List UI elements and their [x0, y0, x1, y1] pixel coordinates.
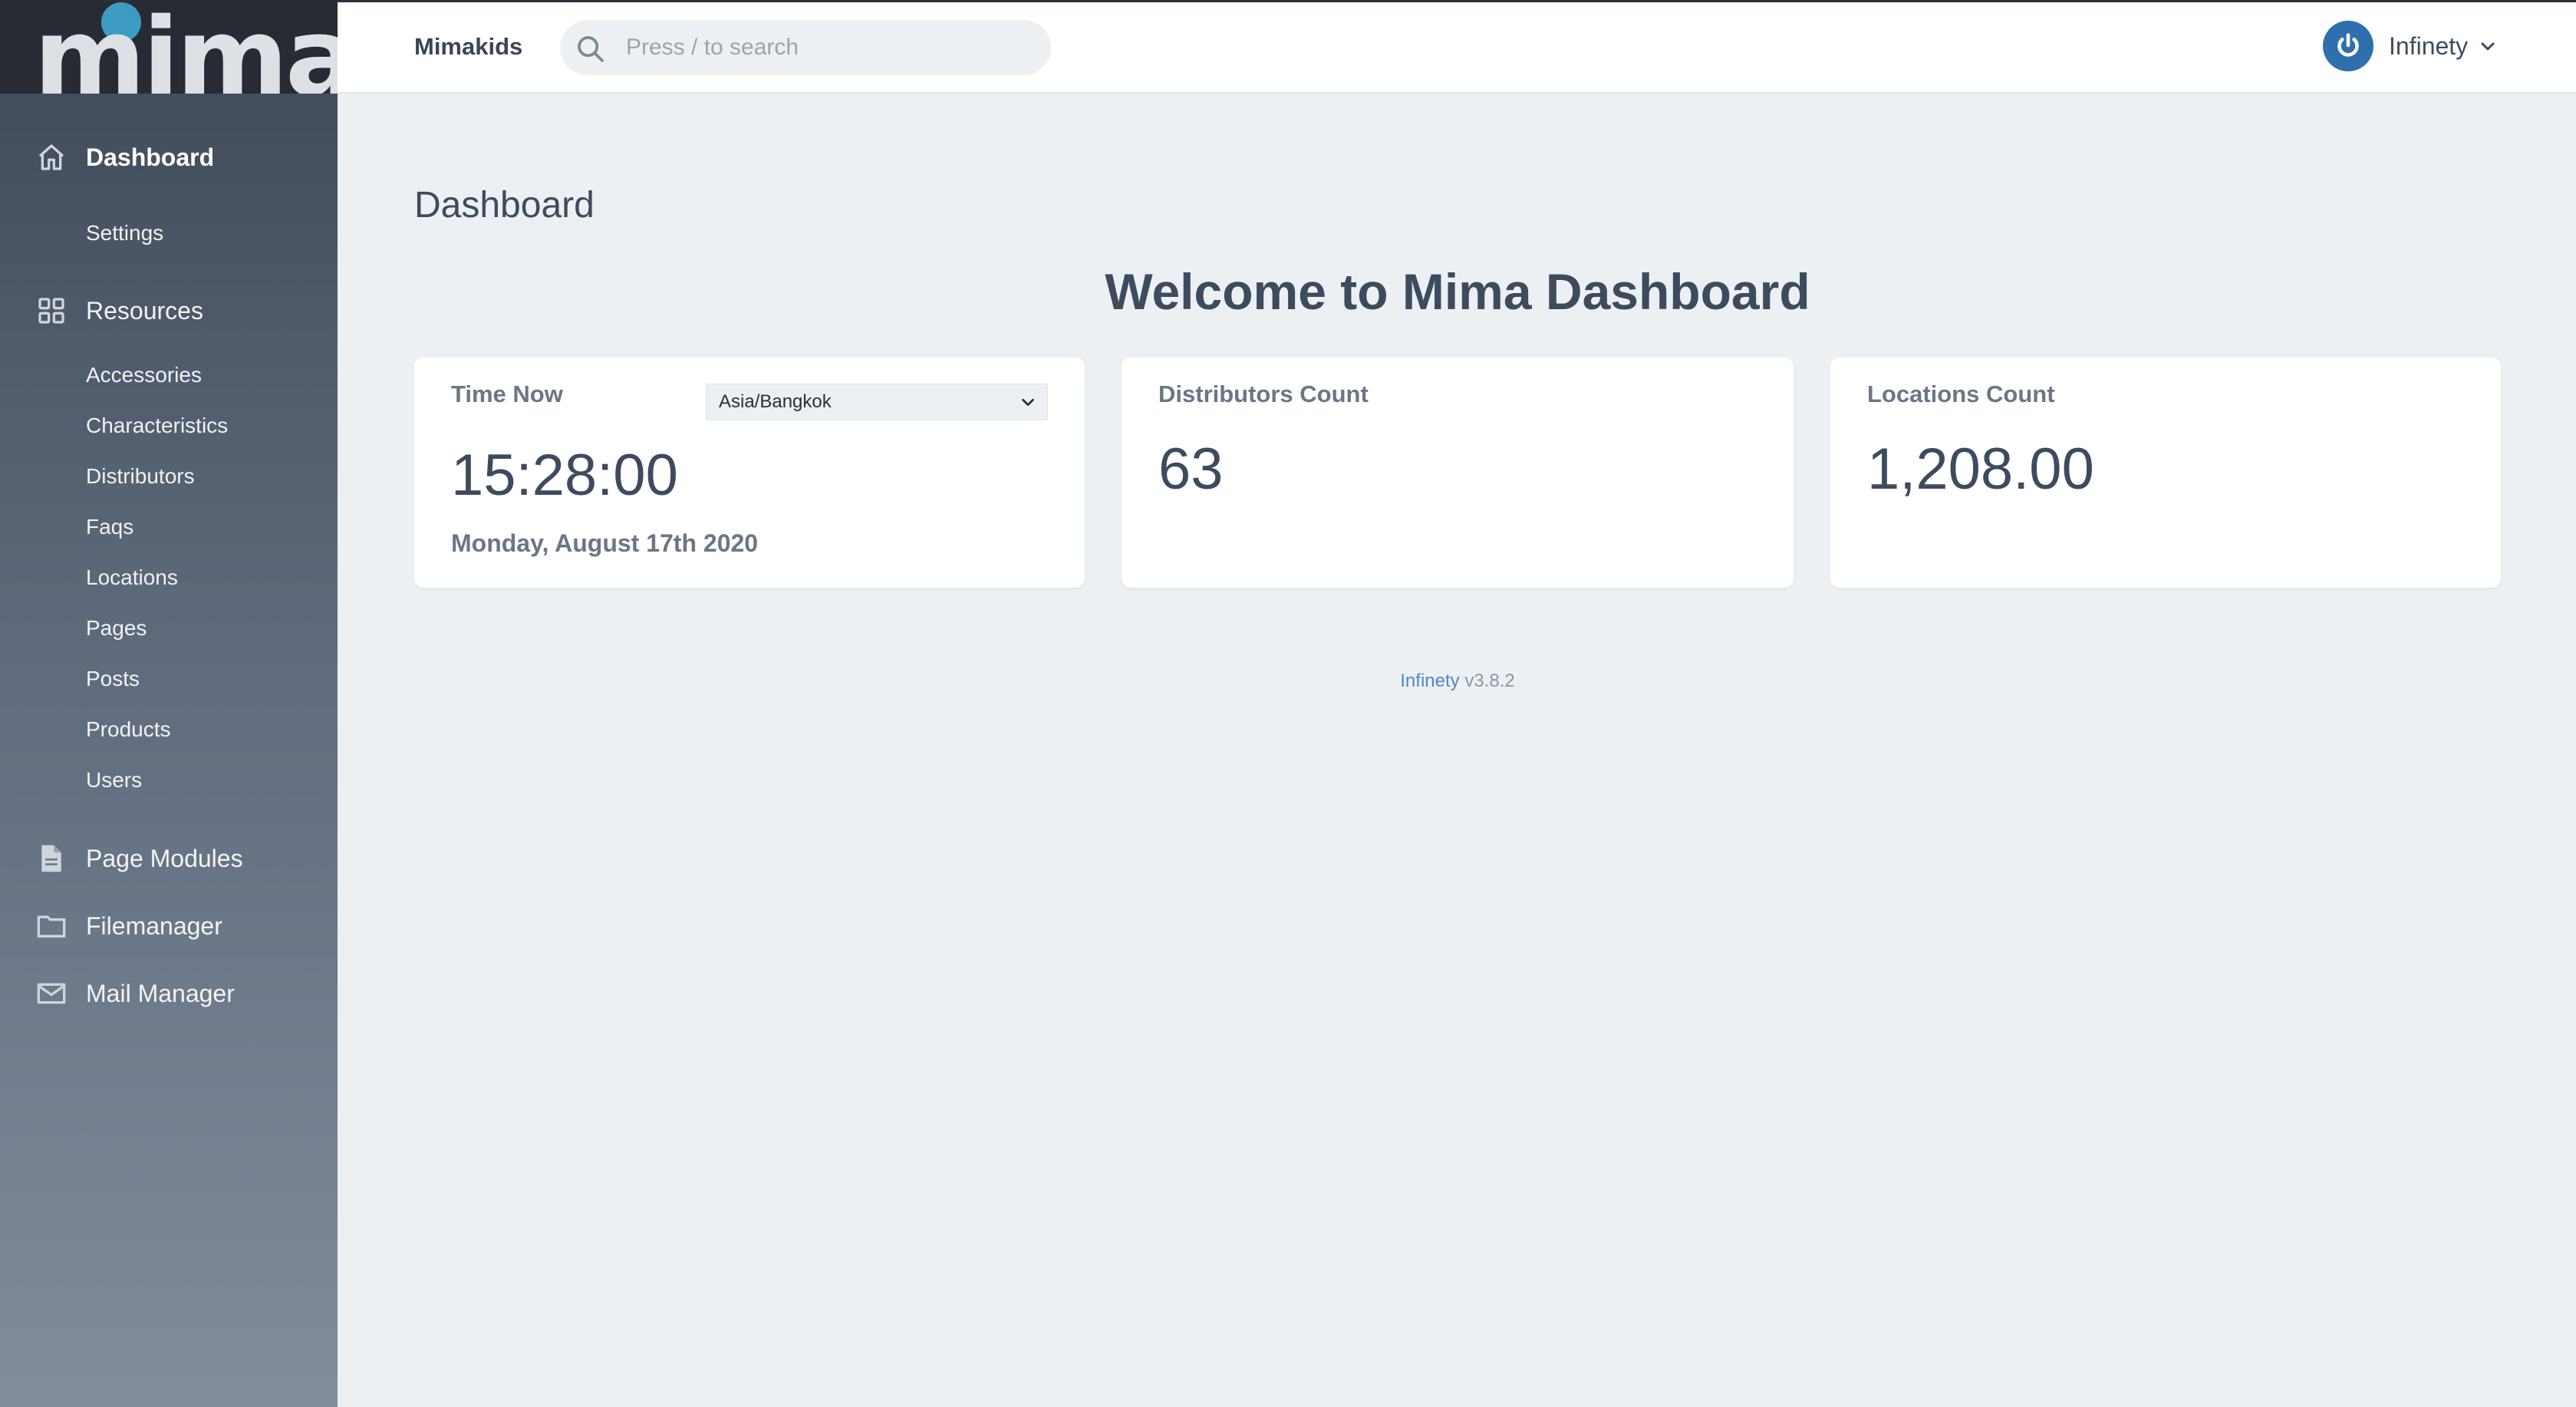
user-menu[interactable]: Infinety: [2323, 20, 2522, 72]
timezone-select[interactable]: Asia/Bangkok: [706, 384, 1048, 420]
search-input[interactable]: [626, 20, 1033, 75]
sidebar-item-settings[interactable]: Settings: [86, 218, 316, 249]
sidebar-item-resources[interactable]: Resources: [0, 288, 338, 334]
locations-count-card: Locations Count 1,208.00: [1830, 358, 2501, 588]
welcome-heading: Welcome to Mima Dashboard: [1105, 263, 1810, 320]
sidebar-item-distributors[interactable]: Distributors: [86, 461, 316, 492]
sidebar-item-mail-manager[interactable]: Mail Manager: [0, 970, 338, 1017]
power-icon: [2331, 29, 2365, 63]
logo[interactable]: mima: [0, 0, 338, 94]
sidebar-item-dashboard[interactable]: Dashboard: [0, 134, 338, 180]
page-title: Dashboard: [414, 185, 595, 226]
card-label: Time Now: [451, 381, 563, 407]
sidebar-item-users[interactable]: Users: [86, 765, 316, 796]
sidebar-item-label: Resources: [86, 296, 203, 325]
timezone-value: Asia/Bangkok: [719, 391, 832, 412]
card-label: Locations Count: [1867, 381, 2055, 407]
sidebar: mima Dashboard Settings Resources Access…: [0, 0, 338, 1407]
sidebar-item-posts[interactable]: Posts: [86, 664, 316, 694]
sidebar-item-label: Page Modules: [86, 844, 243, 872]
user-name: Infinety: [2389, 31, 2469, 60]
top-header: Mimakids Infinety: [338, 0, 2576, 94]
search-icon: [575, 34, 606, 64]
sidebar-item-pages[interactable]: Pages: [86, 613, 316, 644]
folder-icon: [35, 910, 68, 942]
avatar[interactable]: [2323, 21, 2373, 71]
sidebar-item-products[interactable]: Products: [86, 714, 316, 745]
sidebar-item-label: Mail Manager: [86, 979, 235, 1007]
sidebar-item-faqs[interactable]: Faqs: [86, 512, 316, 542]
locations-count-value: 1,208.00: [1867, 437, 2094, 502]
chevron-down-icon: [2481, 42, 2495, 51]
clock-card: Time Now Asia/Bangkok 15:28:00 Monday, A…: [414, 358, 1085, 588]
footer: Infinety v3.8.2: [414, 671, 2501, 692]
app-name-link[interactable]: Mimakids: [414, 29, 522, 64]
sidebar-item-filemanager[interactable]: Filemanager: [0, 903, 338, 949]
sidebar-item-page-modules[interactable]: Page Modules: [0, 835, 338, 881]
footer-link[interactable]: Infinety: [1400, 671, 1459, 691]
home-icon: [35, 141, 68, 173]
card-label: Distributors Count: [1158, 381, 1369, 407]
sidebar-item-locations[interactable]: Locations: [86, 562, 316, 593]
grid-icon: [35, 295, 68, 327]
sidebar-item-label: Dashboard: [86, 143, 215, 171]
clock-date: Monday, August 17th 2020: [451, 529, 759, 557]
distributors-count-value: 63: [1158, 437, 1224, 502]
search-box[interactable]: [560, 20, 1051, 75]
window-top-border: [0, 0, 2576, 2]
footer-version: v3.8.2: [1464, 671, 1515, 691]
sidebar-item-characteristics[interactable]: Characteristics: [86, 410, 316, 441]
document-icon: [35, 842, 68, 875]
sidebar-item-accessories[interactable]: Accessories: [86, 360, 316, 390]
chevron-down-icon: [1022, 398, 1034, 407]
clock-time: 15:28:00: [451, 443, 678, 508]
logo-text: mima: [34, 0, 338, 94]
mail-icon: [35, 977, 68, 1010]
distributors-count-card: Distributors Count 63: [1122, 358, 1794, 588]
sidebar-item-label: Filemanager: [86, 911, 222, 940]
